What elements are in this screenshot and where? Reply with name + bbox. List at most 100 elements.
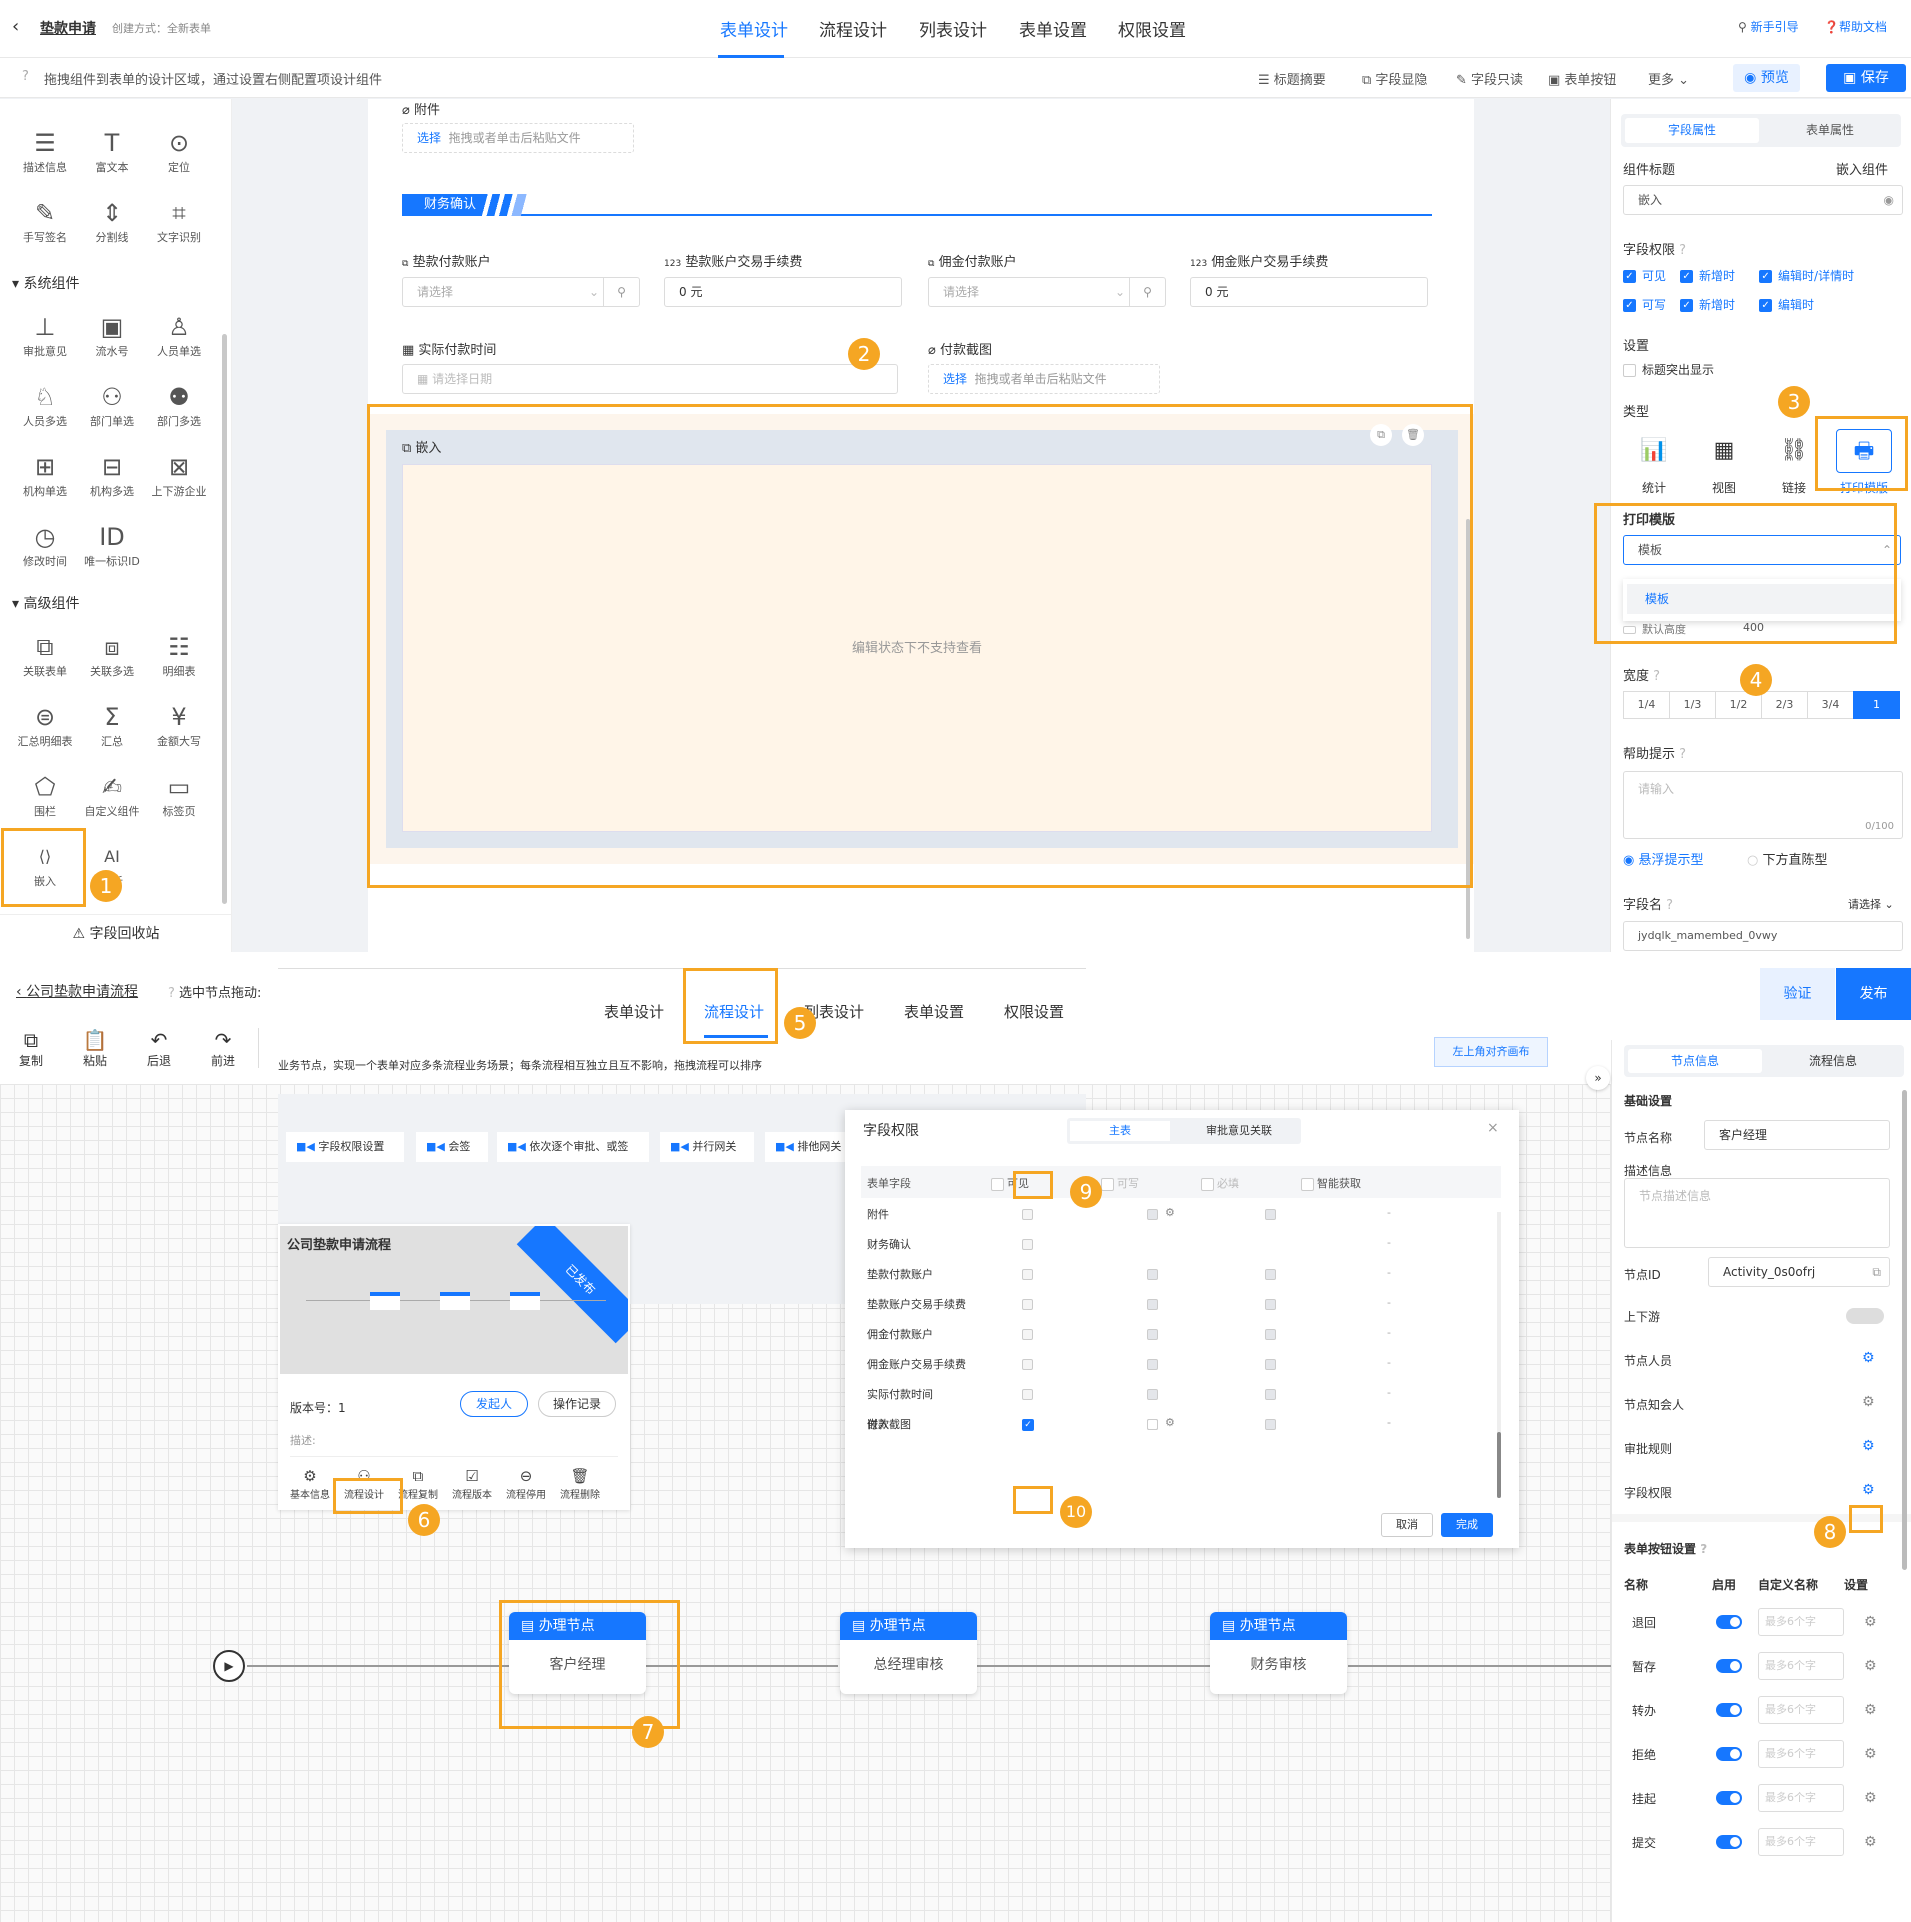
node-people-gear-icon[interactable]: ⚙: [1862, 1350, 1875, 1366]
component-item[interactable]: ⚉ 部门多选: [146, 381, 212, 429]
tab-node-info[interactable]: 节点信息: [1628, 1049, 1762, 1073]
attach-upload[interactable]: 选择 拖拽或者单击后粘贴文件: [402, 123, 634, 153]
component-item[interactable]: ⊟ 机构多选: [79, 451, 145, 499]
system-section-title[interactable]: ▾ 系统组件: [12, 273, 79, 293]
required-checkbox[interactable]: [1265, 1299, 1276, 1310]
component-item[interactable]: Σ 汇总: [79, 701, 145, 749]
tab-form-props[interactable]: 表单属性: [1763, 118, 1897, 143]
perm-row-writable[interactable]: ✓ 可写 ✓ 新增时 ✓ 编辑时: [1623, 296, 1814, 313]
account-select[interactable]: 请选择 ⌄ ⚲: [928, 277, 1166, 307]
field-name-select[interactable]: 请选择 ⌄: [1848, 896, 1894, 912]
account-select[interactable]: 请选择 ⌄ ⚲: [402, 277, 640, 307]
component-item[interactable]: ▣ 流水号: [79, 311, 145, 359]
tab-flow-design[interactable]: 流程设计: [819, 16, 887, 41]
field-name-input[interactable]: jydqlk_mamembed_0vwy: [1623, 921, 1903, 951]
width-option[interactable]: 2/3: [1761, 691, 1808, 719]
form-button-gear-icon[interactable]: ⚙: [1864, 1790, 1877, 1806]
flow-tab-form[interactable]: 表单设计: [604, 1001, 664, 1022]
start-node-icon[interactable]: ▶: [213, 1650, 245, 1682]
node-id-input[interactable]: Activity_0s0ofrj ⧉: [1708, 1257, 1890, 1287]
help-video-chip[interactable]: ■◀ 字段权限设置: [286, 1132, 404, 1162]
field-perm-gear-icon[interactable]: ⚙: [1862, 1482, 1875, 1498]
form-button-toggle[interactable]: [1716, 1659, 1742, 1673]
writable-checkbox[interactable]: [1147, 1389, 1158, 1400]
writable-checkbox[interactable]: [1147, 1209, 1158, 1220]
form-button-gear-icon[interactable]: ⚙: [1864, 1746, 1877, 1762]
component-item[interactable]: ⊜ 汇总明细表: [12, 701, 78, 749]
component-item[interactable]: ⌗ 文字识别: [146, 197, 212, 245]
form-button-toggle[interactable]: [1716, 1791, 1742, 1805]
form-button-gear-icon[interactable]: ⚙: [1864, 1834, 1877, 1850]
form-button-custom-name[interactable]: 最多6个字: [1758, 1784, 1844, 1812]
help-video-chip[interactable]: ■◀ 并行网关: [660, 1132, 754, 1162]
node-name-input[interactable]: 客户经理: [1704, 1120, 1890, 1150]
visible-checkbox[interactable]: [1022, 1269, 1033, 1280]
perm-tab-opinion[interactable]: 审批意见关联: [1183, 1121, 1295, 1141]
help-link[interactable]: ❓帮助文档: [1824, 18, 1887, 35]
required-checkbox[interactable]: [1265, 1209, 1276, 1220]
tab-permission-settings[interactable]: 权限设置: [1118, 16, 1186, 41]
toolbar-button[interactable]: ⧉ 复制: [6, 1028, 56, 1069]
preview-button[interactable]: ◉ 预览: [1733, 64, 1800, 92]
component-item[interactable]: ⬠ 围栏: [12, 771, 78, 819]
component-item[interactable]: ☷ 明细表: [146, 631, 212, 679]
screenshot-upload[interactable]: 选择 拖拽或者单击后粘贴文件: [928, 364, 1160, 394]
close-icon[interactable]: ×: [1487, 1120, 1499, 1136]
component-item[interactable]: ⊞ 机构单选: [12, 451, 78, 499]
component-item[interactable]: ⧈ 关联多选: [79, 631, 145, 679]
component-item[interactable]: ⊥ 审批意见: [12, 311, 78, 359]
component-item[interactable]: ◷ 修改时间: [12, 521, 78, 569]
tip-floating-radio[interactable]: ◉ 悬浮提示型: [1623, 849, 1704, 868]
width-option[interactable]: 3/4: [1807, 691, 1854, 719]
toolbar-button[interactable]: 📋 粘贴: [70, 1028, 120, 1069]
perm-cancel-button[interactable]: 取消: [1381, 1513, 1433, 1537]
required-checkbox[interactable]: [1265, 1389, 1276, 1400]
component-item[interactable]: ♘ 人员多选: [12, 381, 78, 429]
visible-checkbox[interactable]: [1022, 1299, 1033, 1310]
field-readonly-button[interactable]: ✎ 字段只读: [1456, 69, 1523, 88]
component-item[interactable]: ♙ 人员单选: [146, 311, 212, 359]
form-button-toggle[interactable]: [1716, 1835, 1742, 1849]
width-option[interactable]: 1/3: [1669, 691, 1716, 719]
title-summary-button[interactable]: ☰ 标题摘要: [1258, 69, 1326, 88]
node-panel-scrollbar[interactable]: [1902, 1090, 1907, 1570]
comp-title-input[interactable]: 嵌入 ◉: [1623, 185, 1903, 215]
component-item[interactable]: ¥ 金额大写: [146, 701, 212, 749]
form-button-toggle[interactable]: [1716, 1703, 1742, 1717]
component-item[interactable]: ⊠ 上下游企业: [146, 451, 212, 499]
record-button[interactable]: 操作记录: [538, 1391, 616, 1417]
visible-checkbox[interactable]: [1022, 1359, 1033, 1370]
perm-row-visible[interactable]: ✓ 可见 ✓ 新增时 ✓ 编辑时/详情时: [1623, 267, 1854, 284]
visible-checkbox[interactable]: [1022, 1389, 1033, 1400]
form-button-custom-name[interactable]: 最多6个字: [1758, 1696, 1844, 1724]
width-option[interactable]: 1: [1853, 691, 1900, 719]
writable-checkbox[interactable]: [1147, 1329, 1158, 1340]
form-button-gear-icon[interactable]: ⚙: [1864, 1658, 1877, 1674]
flow-node[interactable]: ▤ 办理节点 财务审核: [1210, 1612, 1347, 1694]
tab-field-props[interactable]: 字段属性: [1625, 118, 1759, 143]
form-button-custom-name[interactable]: 最多6个字: [1758, 1740, 1844, 1768]
flow-card-action[interactable]: 🗑 流程删除: [552, 1466, 608, 1501]
flow-card-action[interactable]: ⊖ 流程停用: [498, 1466, 554, 1501]
form-buttons-button[interactable]: ▣ 表单按钮: [1548, 69, 1616, 88]
flow-card-action[interactable]: ☑ 流程版本: [444, 1466, 500, 1501]
writable-checkbox[interactable]: [1147, 1359, 1158, 1370]
col-required[interactable]: 必填: [1201, 1175, 1239, 1191]
form-button-custom-name[interactable]: 最多6个字: [1758, 1652, 1844, 1680]
app-title[interactable]: 垫款申请: [40, 18, 96, 38]
component-item[interactable]: ID 唯一标识ID: [79, 521, 145, 569]
component-item[interactable]: ⇕ 分割线: [79, 197, 145, 245]
writable-checkbox[interactable]: [1147, 1419, 1158, 1430]
visible-checkbox[interactable]: [1022, 1239, 1033, 1250]
field-visibility-button[interactable]: ⧉ 字段显隐: [1362, 69, 1427, 88]
fee-input[interactable]: 0 元: [664, 277, 902, 307]
component-item[interactable]: ✎ 手写签名: [12, 197, 78, 245]
required-checkbox[interactable]: [1265, 1269, 1276, 1280]
component-item[interactable]: ⊙ 定位: [146, 127, 212, 175]
flow-node[interactable]: ▤ 办理节点 总经理审核: [840, 1612, 977, 1694]
form-button-custom-name[interactable]: 最多6个字: [1758, 1608, 1844, 1636]
tab-list-design[interactable]: 列表设计: [919, 16, 987, 41]
more-dropdown[interactable]: 更多 ⌄: [1648, 69, 1689, 88]
node-desc-textarea[interactable]: 节点描述信息: [1624, 1178, 1890, 1248]
required-checkbox[interactable]: [1265, 1329, 1276, 1340]
